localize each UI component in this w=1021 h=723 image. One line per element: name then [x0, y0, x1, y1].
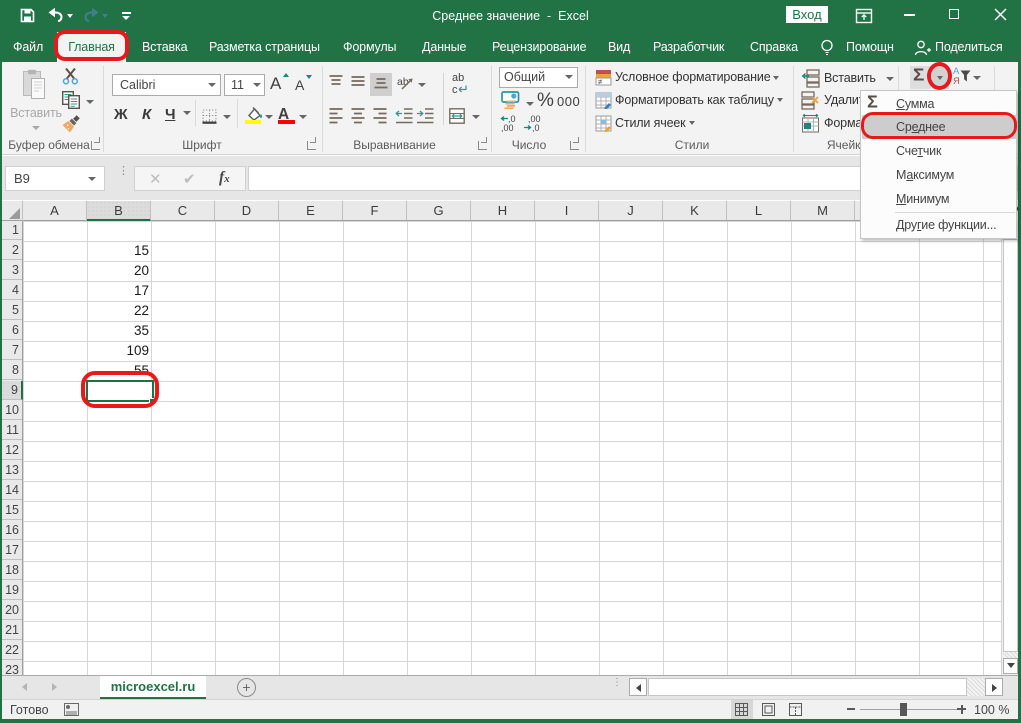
svg-text:≠: ≠ [598, 78, 603, 87]
svg-text:,00: ,00 [501, 123, 514, 133]
svg-text:ab: ab [452, 72, 464, 84]
svg-text:c: c [452, 84, 458, 95]
svg-text:ab: ab [397, 76, 409, 88]
svg-text:,0: ,0 [532, 123, 540, 133]
